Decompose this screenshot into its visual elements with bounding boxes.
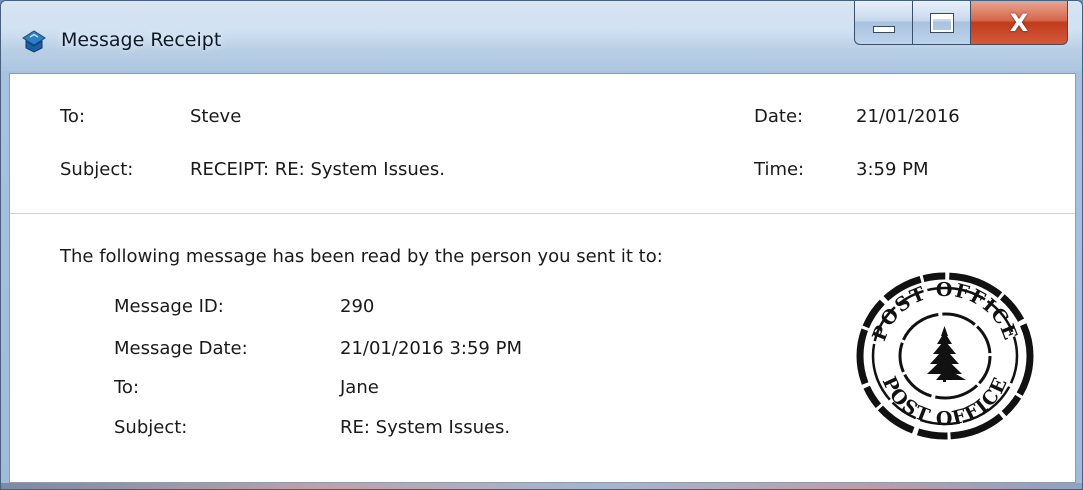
window-bottom-border bbox=[1, 483, 1082, 489]
subject-label: Subject: bbox=[60, 159, 134, 180]
close-icon: X bbox=[1009, 8, 1029, 37]
maximize-button[interactable] bbox=[912, 1, 970, 45]
pine-tree-icon bbox=[927, 326, 966, 382]
message-date-label: Message Date: bbox=[114, 338, 248, 359]
to-value: Steve bbox=[190, 106, 242, 127]
close-button[interactable]: X bbox=[970, 1, 1068, 45]
recipient-value: Jane bbox=[340, 377, 379, 398]
to-label: To: bbox=[60, 106, 86, 127]
original-subject-value: RE: System Issues. bbox=[340, 417, 511, 438]
window-frame: Message Receipt X To: Steve Subject: REC… bbox=[0, 0, 1083, 490]
message-receipt-icon bbox=[22, 30, 46, 53]
minimize-button[interactable] bbox=[854, 1, 912, 45]
read-notice: The following message has been read by t… bbox=[60, 246, 663, 267]
title-bar[interactable]: Message Receipt X bbox=[1, 1, 1082, 73]
minimize-icon bbox=[872, 26, 895, 33]
caption-buttons: X bbox=[854, 1, 1068, 45]
date-label: Date: bbox=[754, 106, 804, 127]
subject-value: RECEIPT: RE: System Issues. bbox=[190, 159, 445, 180]
post-office-stamp: POST OFFICE POST OFFICE bbox=[856, 272, 1034, 440]
date-value: 21/01/2016 bbox=[856, 106, 960, 127]
message-id-label: Message ID: bbox=[114, 296, 224, 317]
receipt-header: To: Steve Subject: RECEIPT: RE: System I… bbox=[10, 74, 1075, 214]
message-date-value: 21/01/2016 3:59 PM bbox=[340, 338, 522, 359]
recipient-label: To: bbox=[114, 377, 140, 398]
time-label: Time: bbox=[754, 159, 805, 180]
window-title: Message Receipt bbox=[61, 29, 222, 51]
maximize-icon bbox=[929, 12, 954, 33]
original-subject-label: Subject: bbox=[114, 417, 188, 438]
time-value: 3:59 PM bbox=[856, 159, 929, 180]
message-id-value: 290 bbox=[340, 296, 375, 317]
message-receipt-panel: To: Steve Subject: RECEIPT: RE: System I… bbox=[9, 73, 1076, 483]
